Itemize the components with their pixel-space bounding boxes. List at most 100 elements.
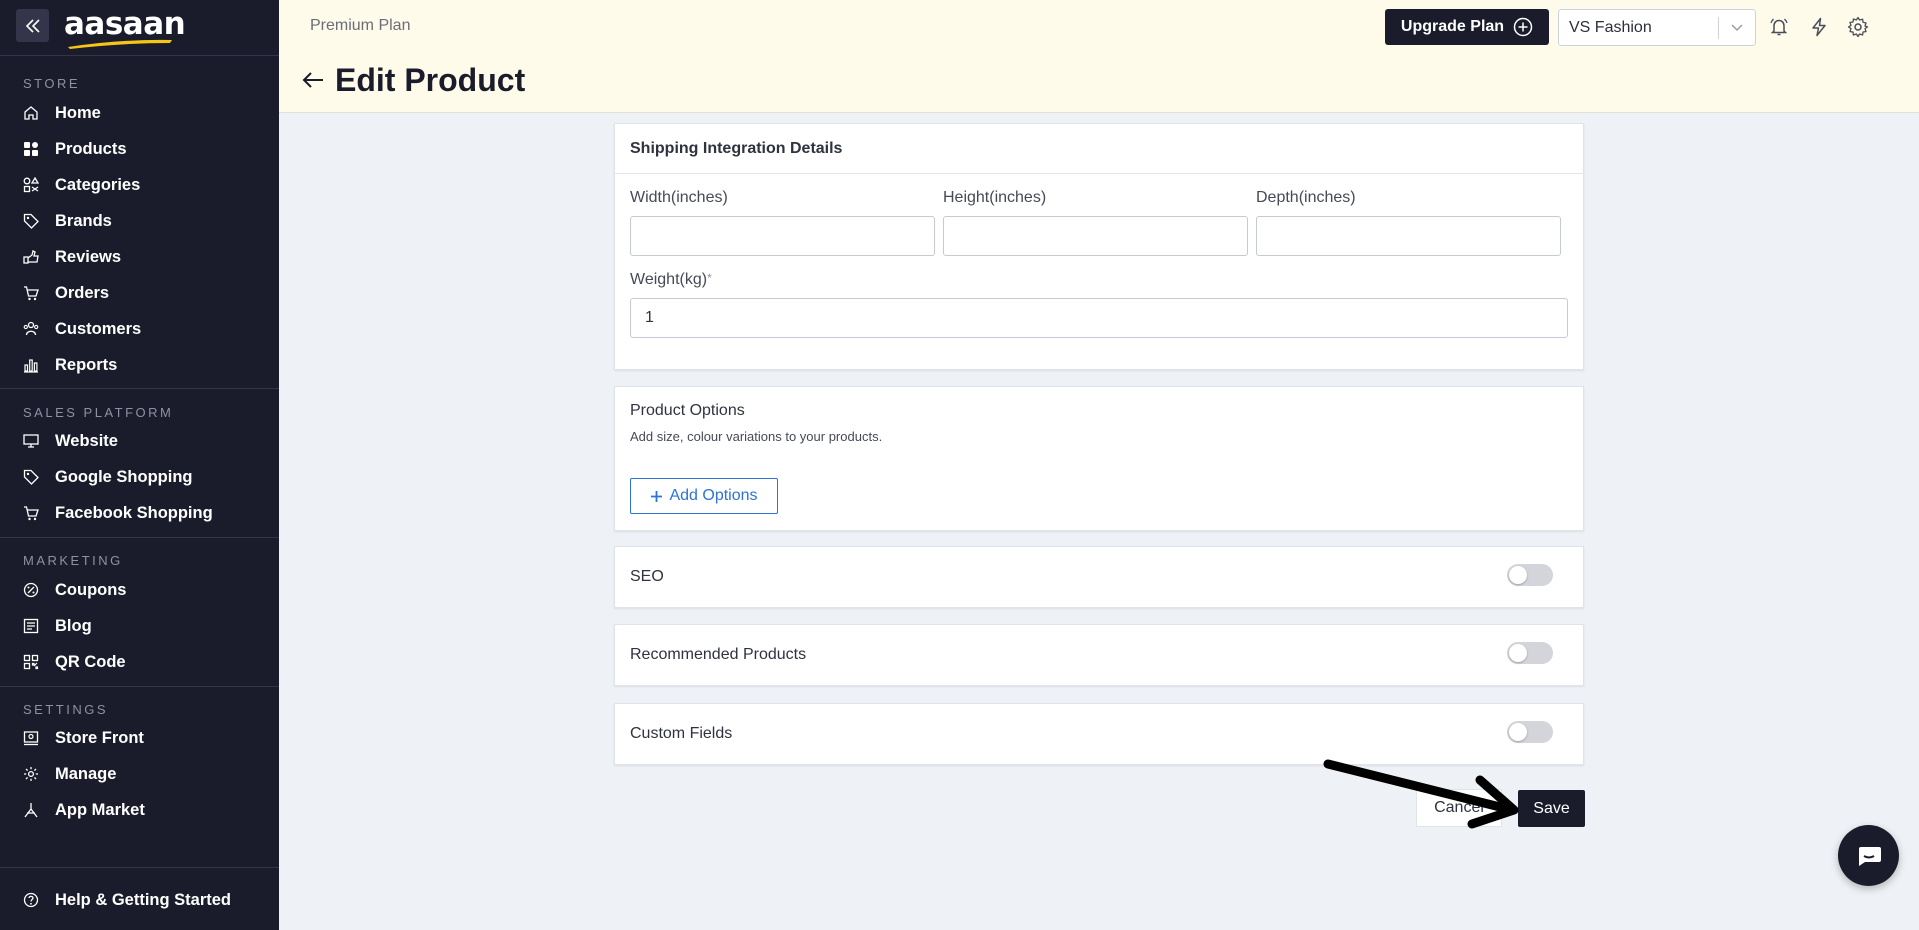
sidebar-item-label: Reports [55, 355, 118, 374]
sidebar-item-label: Home [55, 103, 101, 122]
sidebar-item-qr-code[interactable]: QR Code [0, 645, 279, 679]
arrow-left-icon [302, 72, 323, 88]
sidebar-item-facebook-shopping[interactable]: Facebook Shopping [0, 496, 279, 530]
sidebar-item-label: Help & Getting Started [55, 890, 232, 909]
qr-icon [22, 653, 40, 671]
product-options-card: Product Options Add size, colour variati… [614, 386, 1584, 531]
reviews-icon [22, 248, 40, 266]
depth-input[interactable] [1256, 216, 1561, 256]
top-header: Premium Plan Edit Product Upgrade Plan V… [279, 0, 1919, 113]
shipping-card-header: Shipping Integration Details [615, 124, 1583, 174]
grid-icon [22, 140, 40, 158]
storefront-icon [22, 729, 40, 747]
shipping-details-card: Shipping Integration Details Width(inche… [614, 123, 1584, 370]
shapes-icon [22, 176, 40, 194]
sidebar-item-manage[interactable]: Manage [0, 757, 279, 791]
sidebar-item-home[interactable]: Home [0, 96, 279, 130]
upgrade-plan-button[interactable]: Upgrade Plan [1385, 9, 1549, 45]
lightning-icon[interactable] [1808, 16, 1830, 38]
width-input[interactable] [630, 216, 935, 256]
sidebar-item-label: Blog [55, 616, 92, 635]
sidebar-item-google-shopping[interactable]: Google Shopping [0, 460, 279, 494]
depth-label: Depth(inches) [1256, 189, 1356, 206]
product-options-subtitle: Add size, colour variations to your prod… [630, 429, 883, 444]
recommended-products-title: Recommended Products [630, 646, 807, 663]
height-label: Height(inches) [943, 189, 1047, 206]
add-options-button[interactable]: Add Options [630, 478, 778, 514]
app-market-icon [22, 801, 40, 819]
monitor-icon [22, 432, 40, 450]
tag-icon [22, 212, 40, 230]
users-icon [22, 320, 40, 338]
sidebar-item-label: Brands [55, 211, 112, 230]
help-icon [22, 891, 40, 909]
sidebar-item-store-front[interactable]: Store Front [0, 721, 279, 755]
bell-icon[interactable] [1768, 16, 1790, 38]
product-options-title: Product Options [630, 402, 745, 419]
store-selector-value: VS Fashion [1569, 18, 1652, 36]
page-title: Edit Product [335, 62, 526, 98]
sidebar-item-label: Facebook Shopping [55, 503, 213, 522]
seo-title: SEO [630, 568, 664, 585]
sidebar-item-label: QR Code [55, 652, 126, 671]
coupon-icon [22, 581, 40, 599]
sidebar-item-label: Categories [55, 175, 141, 194]
section-settings: SETTINGS [23, 702, 109, 717]
sidebar: aasaan STORE Home Products Categories Br… [0, 0, 279, 930]
sidebar-item-reviews[interactable]: Reviews [0, 240, 279, 274]
chevron-down-icon [1719, 23, 1755, 33]
recommended-products-card: Recommended Products [614, 624, 1584, 686]
sidebar-item-reports[interactable]: Reports [0, 348, 279, 382]
custom-fields-toggle[interactable] [1507, 721, 1553, 743]
seo-toggle[interactable] [1507, 564, 1553, 586]
weight-label: Weight(kg)* [630, 271, 712, 289]
recommended-products-toggle[interactable] [1507, 642, 1553, 664]
custom-fields-card: Custom Fields [614, 703, 1584, 765]
blog-icon [22, 617, 40, 635]
google-tag-icon [22, 468, 40, 486]
width-label: Width(inches) [630, 189, 728, 206]
sidebar-item-label: Products [55, 139, 127, 158]
sidebar-item-blog[interactable]: Blog [0, 609, 279, 643]
plus-circle-icon [1513, 17, 1533, 37]
logo-text: aasaan [64, 6, 186, 42]
shipping-card-title: Shipping Integration Details [630, 139, 843, 157]
sidebar-item-app-market[interactable]: App Market [0, 793, 279, 827]
section-store: STORE [23, 76, 81, 91]
cart-icon [22, 284, 40, 302]
required-marker: * [707, 271, 712, 285]
store-selector[interactable]: VS Fashion [1558, 9, 1756, 46]
sidebar-item-website[interactable]: Website [0, 424, 279, 458]
bar-chart-icon [22, 356, 40, 374]
sidebar-divider [0, 867, 279, 868]
back-button[interactable] [301, 70, 325, 95]
sidebar-item-coupons[interactable]: Coupons [0, 573, 279, 607]
collapse-sidebar-button[interactable] [16, 9, 49, 42]
logo-swoosh-icon [68, 39, 172, 49]
sidebar-item-label: Website [55, 431, 118, 450]
sidebar-item-orders[interactable]: Orders [0, 276, 279, 310]
upgrade-plan-label: Upgrade Plan [1400, 18, 1505, 35]
sidebar-item-label: Store Front [55, 728, 144, 747]
chat-button[interactable] [1838, 825, 1899, 886]
sidebar-item-label: App Market [55, 800, 145, 819]
custom-fields-title: Custom Fields [630, 725, 733, 742]
section-marketing: MARKETING [23, 553, 123, 568]
height-input[interactable] [943, 216, 1248, 256]
save-button[interactable]: Save [1518, 790, 1585, 827]
gear-icon [22, 765, 40, 783]
settings-gear-icon[interactable] [1847, 16, 1869, 38]
sidebar-item-customers[interactable]: Customers [0, 312, 279, 346]
cancel-button[interactable]: Cancel [1416, 789, 1502, 827]
home-icon [22, 104, 40, 122]
sidebar-item-products[interactable]: Products [0, 132, 279, 166]
double-chevron-left-icon [25, 18, 40, 33]
plus-icon [651, 490, 663, 502]
sidebar-item-brands[interactable]: Brands [0, 204, 279, 238]
sidebar-item-label: Customers [55, 319, 142, 338]
aasaan-logo[interactable]: aasaan [64, 6, 186, 49]
section-sales-platform: SALES PLATFORM [23, 405, 174, 420]
weight-input[interactable]: 1 [630, 298, 1568, 338]
sidebar-item-help[interactable]: Help & Getting Started [0, 883, 279, 917]
sidebar-item-categories[interactable]: Categories [0, 168, 279, 202]
